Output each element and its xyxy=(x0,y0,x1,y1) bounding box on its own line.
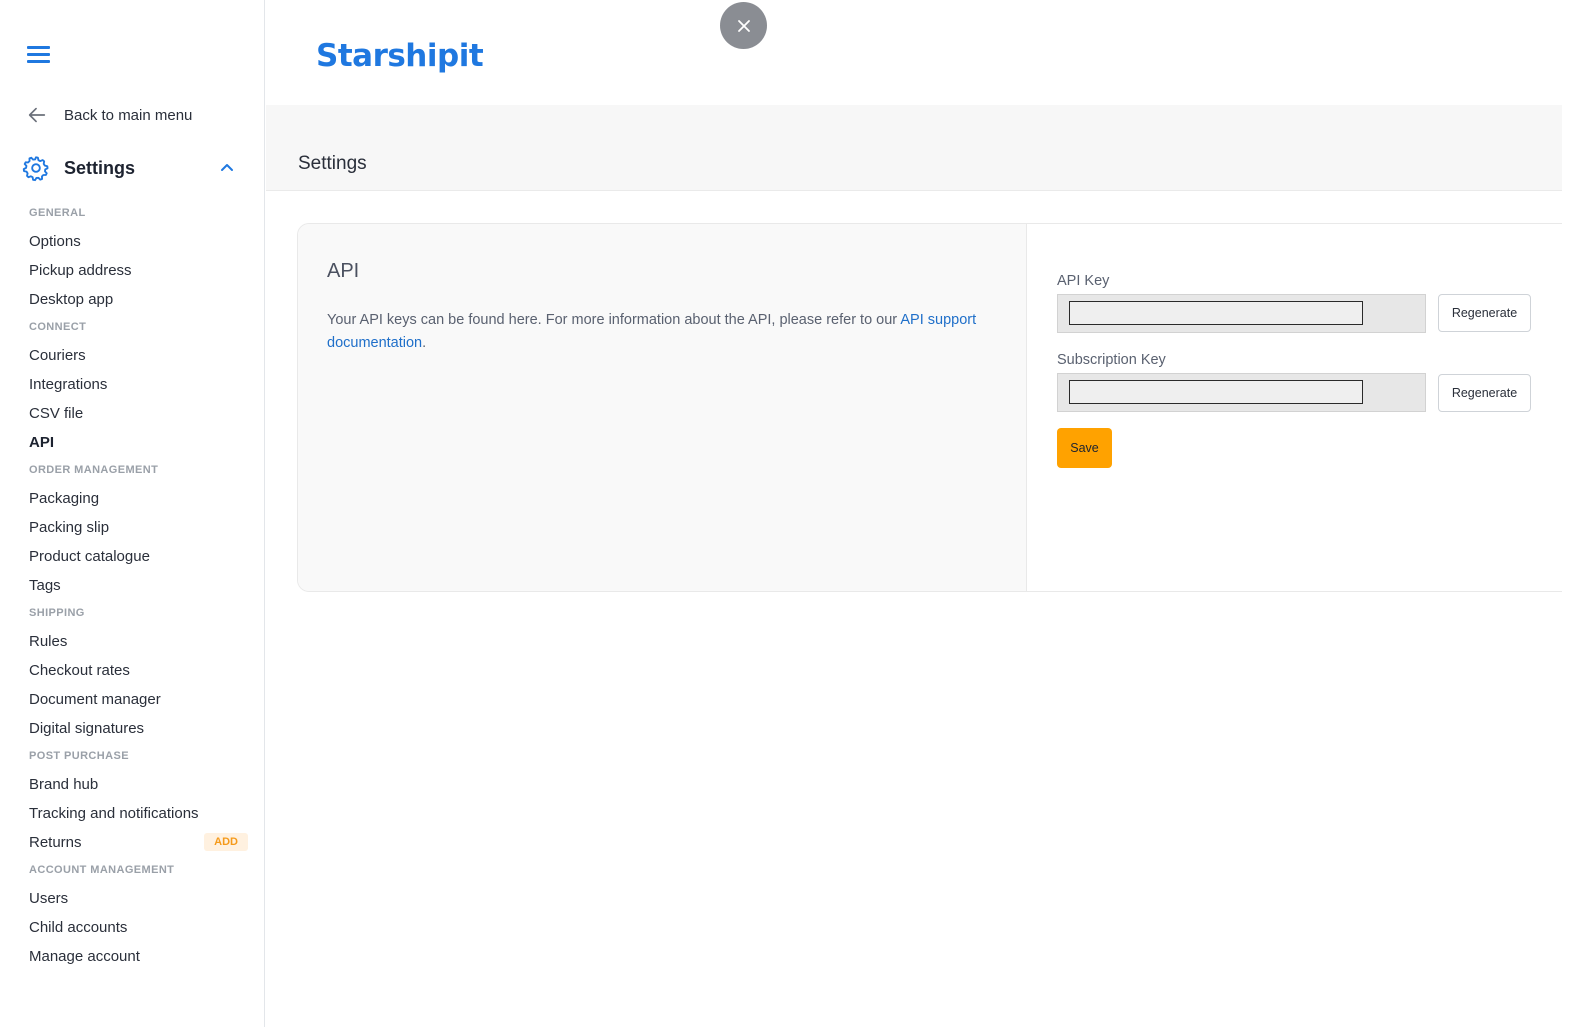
settings-nav: GENERAL Options Pickup address Desktop app C… xyxy=(29,200,254,971)
api-description-end: . xyxy=(422,335,427,351)
top-bar: Starshipit xyxy=(266,0,1562,105)
page-header: Settings xyxy=(266,105,1562,191)
api-key-field-wrapper xyxy=(1057,294,1426,333)
sidebar-item-packing-slip[interactable]: Packing slip xyxy=(29,513,254,542)
sidebar-item-brand-hub[interactable]: Brand hub xyxy=(29,770,254,799)
nav-section-heading: GENERAL xyxy=(29,207,86,219)
sidebar-item-document-manager[interactable]: Document manager xyxy=(29,685,254,714)
sidebar-item-options[interactable]: Options xyxy=(29,227,254,256)
sidebar-item-label: Tracking and notifications xyxy=(29,805,199,822)
nav-section-heading: CONNECT xyxy=(29,321,87,333)
api-settings-card: API Your API keys can be found here. For… xyxy=(297,223,1562,592)
sidebar-item-label: Child accounts xyxy=(29,919,128,936)
starshipit-logo[interactable]: Starshipit xyxy=(316,38,484,74)
api-keys-panel: API Key Regenerate Subscription Key Rege… xyxy=(1028,224,1562,591)
settings-section-toggle[interactable]: Settings xyxy=(22,152,242,184)
sidebar-item-label: Returns xyxy=(29,834,82,851)
page-title: Settings xyxy=(298,153,367,174)
sidebar-item-label: Users xyxy=(29,890,69,907)
sidebar-item-label: Digital signatures xyxy=(29,720,145,737)
sidebar-item-manage-account[interactable]: Manage account xyxy=(29,942,254,971)
subscription-key-input[interactable] xyxy=(1069,380,1363,404)
sidebar-item-label: Couriers xyxy=(29,347,86,364)
chevron-up-icon xyxy=(221,164,233,171)
api-info-panel: API Your API keys can be found here. For… xyxy=(298,224,1027,591)
sidebar-item-api[interactable]: API xyxy=(29,428,254,457)
sidebar-item-couriers[interactable]: Couriers xyxy=(29,341,254,370)
subscription-key-label: Subscription Key xyxy=(1057,352,1166,368)
sidebar-item-label: Packing slip xyxy=(29,519,110,536)
sidebar-item-label: Pickup address xyxy=(29,262,132,279)
sidebar-item-label: Manage account xyxy=(29,948,140,965)
sidebar-item-returns[interactable]: Returns ADD xyxy=(29,828,254,857)
sidebar-item-desktop-app[interactable]: Desktop app xyxy=(29,285,254,314)
back-to-main-menu-link[interactable]: Back to main menu xyxy=(26,103,192,127)
add-badge: ADD xyxy=(204,833,248,851)
sidebar-item-checkout-rates[interactable]: Checkout rates xyxy=(29,656,254,685)
sidebar-item-child-accounts[interactable]: Child accounts xyxy=(29,913,254,942)
api-key-label: API Key xyxy=(1057,273,1110,289)
sidebar-item-packaging[interactable]: Packaging xyxy=(29,484,254,513)
nav-section-heading: POST PURCHASE xyxy=(29,750,129,762)
regenerate-api-key-button[interactable]: Regenerate xyxy=(1438,294,1531,332)
sidebar-item-label: Checkout rates xyxy=(29,662,130,679)
sidebar-item-digital-signatures[interactable]: Digital signatures xyxy=(29,714,254,743)
hamburger-menu-icon[interactable] xyxy=(27,44,51,64)
nav-section-heading: ACCOUNT MANAGEMENT xyxy=(29,864,175,876)
settings-heading: Settings xyxy=(64,157,136,178)
sidebar-item-label: Desktop app xyxy=(29,291,114,308)
sidebar-item-label: Packaging xyxy=(29,490,100,507)
close-button[interactable] xyxy=(720,2,767,49)
sidebar-item-label: Tags xyxy=(29,577,61,594)
api-key-input[interactable] xyxy=(1069,301,1363,325)
sidebar-item-label: Options xyxy=(29,233,81,250)
sidebar-item-label: Brand hub xyxy=(29,776,99,793)
sidebar: Back to main menu Settings GENERAL Option… xyxy=(0,0,265,1027)
sidebar-item-label: Document manager xyxy=(29,691,161,708)
back-link-label: Back to main menu xyxy=(64,106,193,124)
arrow-left-icon xyxy=(28,107,46,123)
save-button[interactable]: Save xyxy=(1057,428,1112,468)
sidebar-item-csv-file[interactable]: CSV file xyxy=(29,399,254,428)
sidebar-item-rules[interactable]: Rules xyxy=(29,627,254,656)
regenerate-subscription-key-button[interactable]: Regenerate xyxy=(1438,374,1531,412)
sidebar-item-tracking-and-notifications[interactable]: Tracking and notifications xyxy=(29,799,254,828)
sidebar-item-integrations[interactable]: Integrations xyxy=(29,370,254,399)
sidebar-item-label: Product catalogue xyxy=(29,548,150,565)
sidebar-item-product-catalogue[interactable]: Product catalogue xyxy=(29,542,254,571)
sidebar-item-label: API xyxy=(29,434,55,451)
api-card-description: Your API keys can be found here. For mor… xyxy=(327,309,987,355)
sidebar-item-label: Rules xyxy=(29,633,68,650)
sidebar-item-pickup-address[interactable]: Pickup address xyxy=(29,256,254,285)
sidebar-item-users[interactable]: Users xyxy=(29,884,254,913)
nav-section-heading: SHIPPING xyxy=(29,607,85,619)
gear-icon xyxy=(22,156,49,182)
subscription-key-field-wrapper xyxy=(1057,373,1426,412)
nav-section-heading: ORDER MANAGEMENT xyxy=(29,464,159,476)
sidebar-item-tags[interactable]: Tags xyxy=(29,571,254,600)
close-icon xyxy=(737,19,750,32)
sidebar-item-label: Integrations xyxy=(29,376,108,393)
sidebar-item-label: CSV file xyxy=(29,405,84,422)
api-description-text: Your API keys can be found here. For mor… xyxy=(327,312,901,328)
api-card-title: API xyxy=(327,260,360,282)
